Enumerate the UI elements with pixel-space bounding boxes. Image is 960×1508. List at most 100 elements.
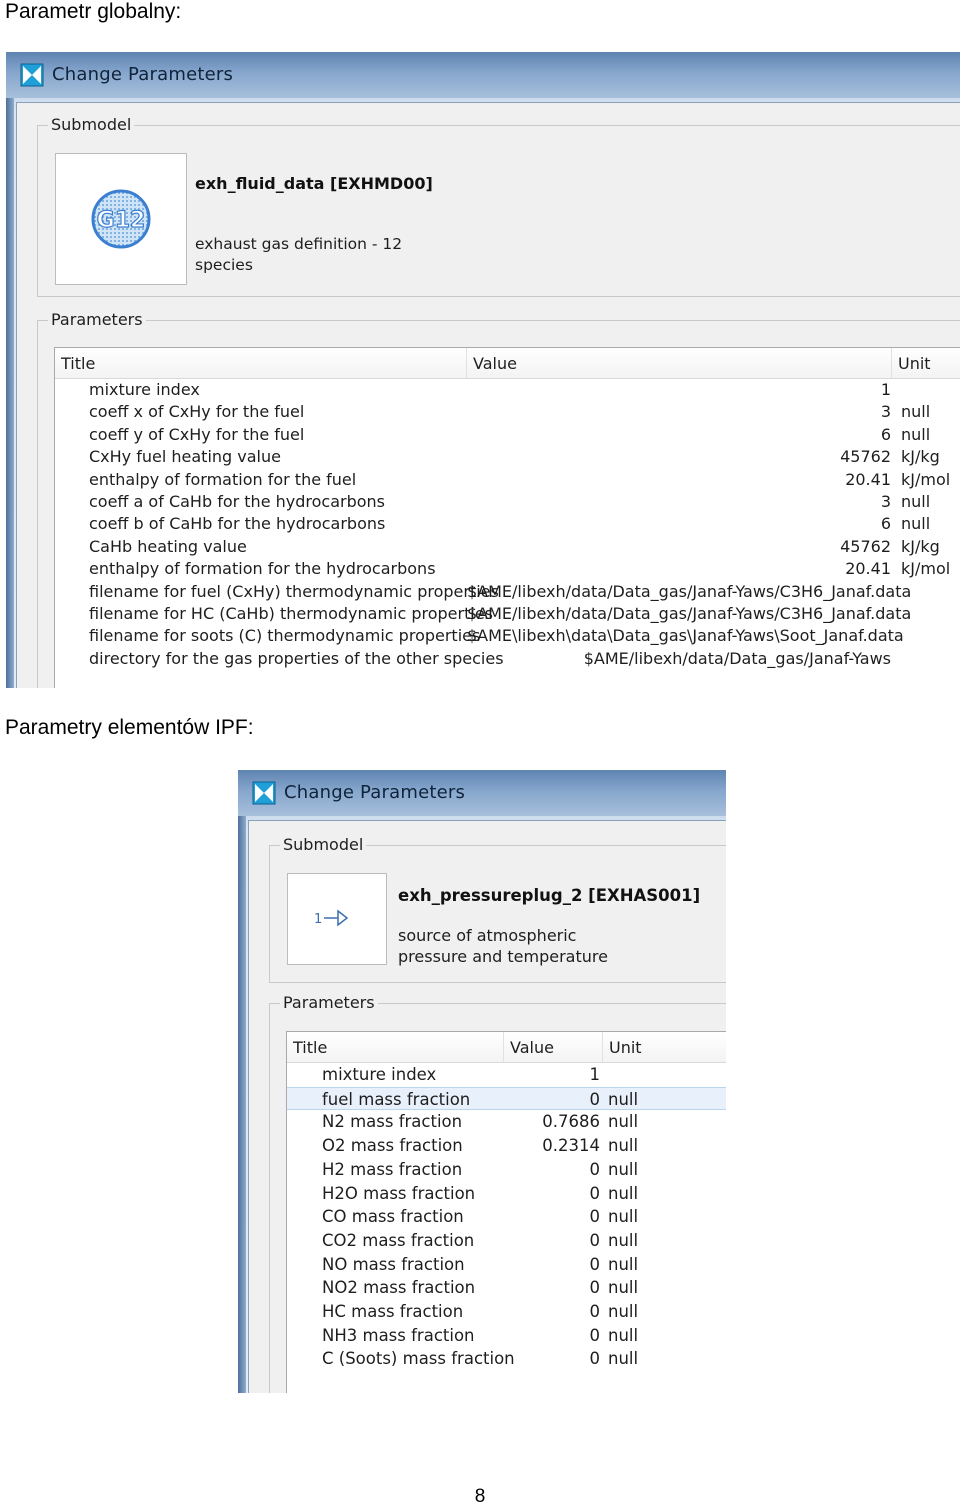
table-row[interactable]: N2 mass fraction 0.7686 null bbox=[287, 1110, 726, 1134]
table-row[interactable]: coeff b of CaHb for the hydrocarbons 6 nul… bbox=[55, 513, 960, 535]
table-row[interactable]: HC mass fraction 0 null bbox=[287, 1300, 726, 1324]
window-title: Change Parameters bbox=[284, 782, 466, 803]
table-row[interactable]: CO mass fraction 0 null bbox=[287, 1205, 726, 1229]
table-row[interactable]: enthalpy of formation for the fuel 20.41 k… bbox=[55, 469, 960, 491]
table-row[interactable]: H2O mass fraction 0 null bbox=[287, 1182, 726, 1206]
cell-title: enthalpy of formation for the hydrocarbo… bbox=[89, 559, 436, 579]
cell-title: H2 mass fraction bbox=[322, 1159, 463, 1179]
cell-unit: null bbox=[608, 1302, 639, 1321]
cell-unit: kJ/mol bbox=[901, 559, 951, 579]
cell-unit: null bbox=[901, 424, 931, 444]
cell-value[interactable]: 0 bbox=[504, 1324, 601, 1348]
table-row[interactable]: filename for fuel (CxHy) thermodynamic p… bbox=[55, 581, 960, 603]
table-row[interactable]: directory for the gas properties of the … bbox=[55, 648, 960, 670]
table-row[interactable]: NO2 mass fraction 0 null bbox=[287, 1276, 726, 1300]
titlebar[interactable]: Change Parameters bbox=[6, 52, 960, 98]
cell-value[interactable]: 0 bbox=[504, 1347, 601, 1371]
app-icon bbox=[20, 63, 44, 87]
cell-unit: null bbox=[608, 1159, 639, 1179]
cell-value[interactable]: 20.41 bbox=[467, 558, 891, 580]
cell-value[interactable]: 0 bbox=[504, 1088, 601, 1112]
cell-value[interactable]: 45762 bbox=[467, 446, 891, 468]
cell-value[interactable]: 6 bbox=[467, 513, 891, 535]
dialog-client-area: Submodel G12 exh_fluid_data [EXHMD00] ex… bbox=[16, 102, 960, 688]
submodel-group-label: Submodel bbox=[280, 835, 367, 854]
cell-value[interactable]: 0 bbox=[504, 1158, 601, 1182]
cell-title: NO mass fraction bbox=[322, 1254, 465, 1274]
cell-unit: null bbox=[608, 1183, 639, 1203]
cell-unit: null bbox=[608, 1089, 639, 1109]
column-header-title[interactable]: Title bbox=[55, 348, 467, 378]
column-header-value[interactable]: Value bbox=[504, 1032, 603, 1062]
cell-value[interactable]: 0 bbox=[504, 1182, 601, 1206]
titlebar[interactable]: Change Parameters bbox=[238, 770, 726, 816]
cell-value[interactable]: 0.2314 bbox=[504, 1134, 600, 1158]
cell-value[interactable]: 1 bbox=[467, 379, 891, 401]
cell-value[interactable]: 6 bbox=[467, 424, 891, 446]
cell-unit: null bbox=[608, 1349, 639, 1369]
column-header-value[interactable]: Value bbox=[467, 348, 892, 378]
parameters-table: Title Value Unit mixture index 1 coeff x o… bbox=[54, 347, 960, 688]
cell-title: enthalpy of formation for the fuel bbox=[89, 469, 357, 489]
table-row[interactable]: fuel mass fraction 0 null bbox=[287, 1086, 726, 1112]
cell-title: coeff x of CxHy for the fuel bbox=[89, 402, 305, 422]
cell-value[interactable]: 1 bbox=[504, 1063, 601, 1087]
cell-unit: kJ/mol bbox=[901, 469, 951, 489]
cell-value[interactable]: $AME\libexh\data\Data_gas\Janaf-Yaws\Soo… bbox=[467, 625, 904, 647]
submodel-icon-frame[interactable]: 1 bbox=[287, 873, 387, 965]
port-arrow-icon: 1 bbox=[314, 909, 349, 927]
cell-value[interactable]: 3 bbox=[467, 491, 891, 513]
table-row[interactable]: mixture index 1 bbox=[287, 1063, 726, 1087]
cell-value[interactable]: $AME/libexh/data/Data_gas/Janaf-Yaws/C3H… bbox=[467, 603, 911, 625]
table-row[interactable]: H2 mass fraction 0 null bbox=[287, 1158, 726, 1182]
cell-title: CxHy fuel heating value bbox=[89, 447, 281, 467]
submodel-description-line2: pressure and temperature bbox=[398, 947, 608, 966]
cell-value[interactable]: 0 bbox=[504, 1276, 601, 1300]
cell-unit: null bbox=[608, 1207, 639, 1227]
cell-title: C (Soots) mass fraction bbox=[322, 1349, 515, 1369]
submodel-group-label: Submodel bbox=[48, 115, 135, 134]
cell-title: directory for the gas properties of the … bbox=[89, 648, 504, 668]
cell-value[interactable]: 3 bbox=[467, 401, 891, 423]
table-row[interactable]: coeff a of CaHb for the hydrocarbons 3 nul… bbox=[55, 491, 960, 513]
table-row[interactable]: enthalpy of formation for the hydrocarbo… bbox=[55, 558, 960, 580]
table-row[interactable]: filename for HC (CaHb) thermodynamic pro… bbox=[55, 603, 960, 625]
cell-value[interactable]: 0 bbox=[504, 1253, 601, 1277]
cell-title: CO2 mass fraction bbox=[322, 1230, 475, 1250]
table-header: Title Value Unit bbox=[287, 1032, 726, 1063]
submodel-icon-frame[interactable]: G12 bbox=[55, 153, 187, 285]
table-row[interactable]: NH3 mass fraction 0 null bbox=[287, 1324, 726, 1348]
table-row[interactable]: O2 mass fraction 0.2314 null bbox=[287, 1134, 726, 1158]
cell-title: fuel mass fraction bbox=[322, 1089, 471, 1109]
parameters-group: Parameters Title Value Unit mixture inde… bbox=[269, 993, 726, 1393]
cell-value[interactable]: 0.7686 bbox=[504, 1110, 600, 1134]
cell-title: filename for soots (C) thermodynamic pro… bbox=[89, 626, 481, 646]
port-number: 1 bbox=[314, 912, 322, 927]
caption-global: Parametr globalny: bbox=[5, 0, 182, 23]
cell-value[interactable]: 0 bbox=[504, 1229, 601, 1253]
cell-title: O2 mass fraction bbox=[322, 1136, 463, 1156]
table-row[interactable]: coeff x of CxHy for the fuel 3 null bbox=[55, 401, 960, 423]
cell-unit: null bbox=[608, 1278, 639, 1298]
cell-value[interactable]: 0 bbox=[504, 1300, 601, 1324]
table-row[interactable]: CaHb heating value 45762 kJ/kg bbox=[55, 536, 960, 558]
submodel-name: exh_pressureplug_2 [EXHAS001] bbox=[398, 886, 701, 905]
table-row[interactable]: C (Soots) mass fraction 0 null bbox=[287, 1347, 726, 1371]
submodel-name: exh_fluid_data [EXHMD00] bbox=[195, 174, 433, 193]
cell-value[interactable]: 45762 bbox=[467, 536, 891, 558]
column-header-title[interactable]: Title bbox=[287, 1032, 504, 1062]
cell-value[interactable]: 20.41 bbox=[467, 469, 891, 491]
column-header-unit[interactable]: Unit bbox=[603, 1032, 723, 1062]
table-row[interactable]: mixture index 1 bbox=[55, 379, 960, 401]
cell-value[interactable]: 0 bbox=[504, 1205, 601, 1229]
table-row[interactable]: coeff y of CxHy for the fuel 6 null bbox=[55, 424, 960, 446]
table-row[interactable]: CxHy fuel heating value 45762 kJ/kg bbox=[55, 446, 960, 468]
table-row[interactable]: NO mass fraction 0 null bbox=[287, 1253, 726, 1277]
table-row[interactable]: filename for soots (C) thermodynamic pro… bbox=[55, 625, 960, 647]
column-header-unit[interactable]: Unit bbox=[892, 348, 960, 378]
cell-value[interactable]: $AME/libexh/data/Data_gas/Janaf-Yaws/C3H… bbox=[467, 581, 911, 603]
table-row[interactable]: CO2 mass fraction 0 null bbox=[287, 1229, 726, 1253]
caption-ipf: Parametry elementów IPF: bbox=[5, 716, 254, 739]
cell-value[interactable]: $AME/libexh/data/Data_gas/Janaf-Yaws bbox=[467, 648, 891, 670]
submodel-description-line1: source of atmospheric bbox=[398, 926, 577, 945]
